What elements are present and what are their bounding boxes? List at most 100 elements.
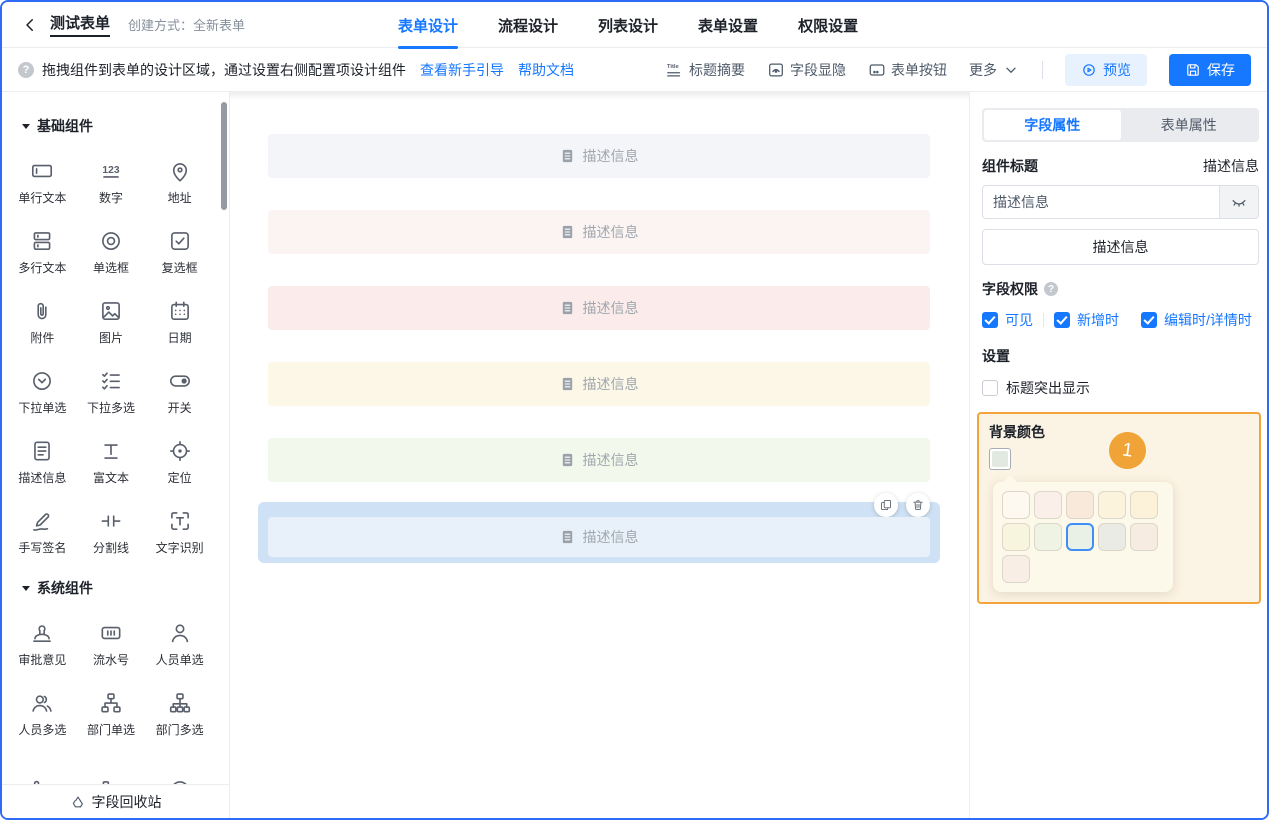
- section-basic-components[interactable]: 基础组件: [22, 116, 229, 136]
- delete-row-button[interactable]: [906, 493, 930, 517]
- component-single-line-text[interactable]: 单行文本: [8, 140, 77, 210]
- description-preview-box[interactable]: 描述信息: [982, 229, 1259, 265]
- color-swatch-9[interactable]: [1130, 523, 1158, 551]
- form-row-description-4[interactable]: 描述信息: [268, 362, 930, 406]
- form-button-button[interactable]: 表单按钮: [868, 60, 947, 80]
- user-multi-icon: [29, 690, 55, 716]
- title-visibility-button[interactable]: [1219, 185, 1259, 219]
- component-switch[interactable]: 开关: [145, 350, 214, 420]
- on-edit-detail-checkbox[interactable]: [1141, 312, 1157, 328]
- tab-field-properties[interactable]: 字段属性: [984, 110, 1121, 140]
- back-button[interactable]: [18, 13, 42, 37]
- title-highlight-checkbox[interactable]: [982, 380, 998, 396]
- toolbar: ? 拖拽组件到表单的设计区域，通过设置右侧配置项设计组件 查看新手引导 帮助文档…: [2, 48, 1267, 92]
- component-dept-single[interactable]: 部门单选: [77, 672, 146, 742]
- component-divider[interactable]: 分割线: [77, 490, 146, 560]
- form-row-description-5[interactable]: 描述信息: [268, 438, 930, 482]
- locate-icon: [167, 438, 193, 464]
- component-label: 数字: [99, 189, 123, 206]
- more-button[interactable]: 更多: [969, 60, 1020, 80]
- component-description[interactable]: 描述信息: [8, 420, 77, 490]
- tab-form-settings[interactable]: 表单设置: [698, 2, 758, 48]
- radio-icon: [98, 228, 124, 254]
- tab-permission-settings[interactable]: 权限设置: [798, 2, 858, 48]
- component-attachment[interactable]: 附件: [8, 280, 77, 350]
- title-summary-button[interactable]: Title 标题摘要: [666, 60, 745, 80]
- color-swatch-8[interactable]: [1098, 523, 1126, 551]
- color-swatch-6[interactable]: [1034, 523, 1062, 551]
- color-swatch-1[interactable]: [1034, 491, 1062, 519]
- copy-row-button[interactable]: [874, 493, 898, 517]
- component-checkbox[interactable]: 复选框: [145, 210, 214, 280]
- checkbox-divider: [1043, 313, 1044, 327]
- description-doc-icon: [560, 300, 575, 316]
- bg-color-picker-trigger[interactable]: [989, 448, 1011, 470]
- section-system-components[interactable]: 系统组件: [22, 578, 229, 598]
- form-row-description-6-selected[interactable]: 描述信息: [268, 517, 930, 557]
- field-recycle-bin-button[interactable]: 字段回收站: [2, 784, 229, 818]
- form-row-description-2[interactable]: 描述信息: [268, 210, 930, 254]
- selected-row-wrapper[interactable]: 描述信息: [258, 502, 940, 563]
- component-signature[interactable]: 手写签名: [8, 490, 77, 560]
- ocr-icon: [167, 508, 193, 534]
- dropdown-single-icon: [29, 368, 55, 394]
- properties-panel: 字段属性 表单属性 组件标题 描述信息 描述信息 字段权限 ? 可见: [969, 92, 1267, 818]
- component-title-input[interactable]: [982, 185, 1219, 219]
- component-label: 部门多选: [156, 721, 204, 738]
- form-canvas: 描述信息 描述信息 描述信息 描述信息 描述信息: [230, 92, 969, 818]
- color-swatch-4[interactable]: [1130, 491, 1158, 519]
- component-label: 下拉多选: [87, 399, 135, 416]
- component-locate[interactable]: 定位: [145, 420, 214, 490]
- color-swatch-10[interactable]: [1002, 555, 1030, 583]
- component-image[interactable]: 图片: [77, 280, 146, 350]
- visible-label: 可见: [1005, 310, 1033, 330]
- field-visibility-button[interactable]: 字段显隐: [767, 60, 846, 80]
- component-multi-line-text[interactable]: 多行文本: [8, 210, 77, 280]
- color-swatch-3[interactable]: [1098, 491, 1126, 519]
- component-dropdown-single[interactable]: 下拉单选: [8, 350, 77, 420]
- component-radio[interactable]: 单选框: [77, 210, 146, 280]
- component-user-single[interactable]: 人员单选: [145, 602, 214, 672]
- form-title[interactable]: 测试表单: [50, 12, 110, 37]
- form-row-description-1[interactable]: 描述信息: [268, 134, 930, 178]
- color-swatch-2[interactable]: [1066, 491, 1094, 519]
- tab-list-design[interactable]: 列表设计: [598, 2, 658, 48]
- preview-label: 预览: [1103, 60, 1131, 80]
- component-ocr[interactable]: 文字识别: [145, 490, 214, 560]
- permission-help-icon[interactable]: ?: [1044, 282, 1058, 296]
- color-swatch-7-selected[interactable]: [1066, 523, 1094, 551]
- component-user-multi[interactable]: 人员多选: [8, 672, 77, 742]
- on-edit-detail-label: 编辑时/详情时: [1164, 310, 1252, 330]
- tab-form-design[interactable]: 表单设计: [398, 2, 458, 48]
- checkbox-icon: [167, 228, 193, 254]
- newbie-guide-link[interactable]: 查看新手引导: [420, 60, 504, 80]
- component-label: 复选框: [162, 259, 198, 276]
- component-address[interactable]: 地址: [145, 140, 214, 210]
- component-rich-text[interactable]: 富文本: [77, 420, 146, 490]
- tab-form-properties[interactable]: 表单属性: [1121, 110, 1258, 140]
- tab-flow-design[interactable]: 流程设计: [498, 2, 558, 48]
- component-date[interactable]: 日期: [145, 280, 214, 350]
- color-swatch-5[interactable]: [1002, 523, 1030, 551]
- help-doc-link[interactable]: 帮助文档: [518, 60, 574, 80]
- component-dropdown-multi[interactable]: 下拉多选: [77, 350, 146, 420]
- color-swatch-0[interactable]: [1002, 491, 1030, 519]
- svg-text:123: 123: [102, 165, 119, 176]
- save-button[interactable]: 保存: [1169, 54, 1251, 86]
- component-label: 附件: [30, 329, 54, 346]
- on-create-checkbox[interactable]: [1054, 312, 1070, 328]
- preview-button[interactable]: 预览: [1065, 54, 1147, 86]
- component-serial-number[interactable]: 流水号: [77, 602, 146, 672]
- component-dept-multi[interactable]: 部门多选: [145, 672, 214, 742]
- component-label: 文字识别: [156, 539, 204, 556]
- visible-checkbox[interactable]: [982, 312, 998, 328]
- component-number[interactable]: 123 数字: [77, 140, 146, 210]
- form-row-description-3[interactable]: 描述信息: [268, 286, 930, 330]
- more-label: 更多: [969, 60, 997, 80]
- component-approval[interactable]: 审批意见: [8, 602, 77, 672]
- component-label: 人员多选: [18, 721, 66, 738]
- recycle-icon: [70, 794, 86, 810]
- sidebar-scrollbar[interactable]: [221, 102, 227, 210]
- date-icon: [167, 298, 193, 324]
- collapse-triangle-icon: [22, 586, 30, 591]
